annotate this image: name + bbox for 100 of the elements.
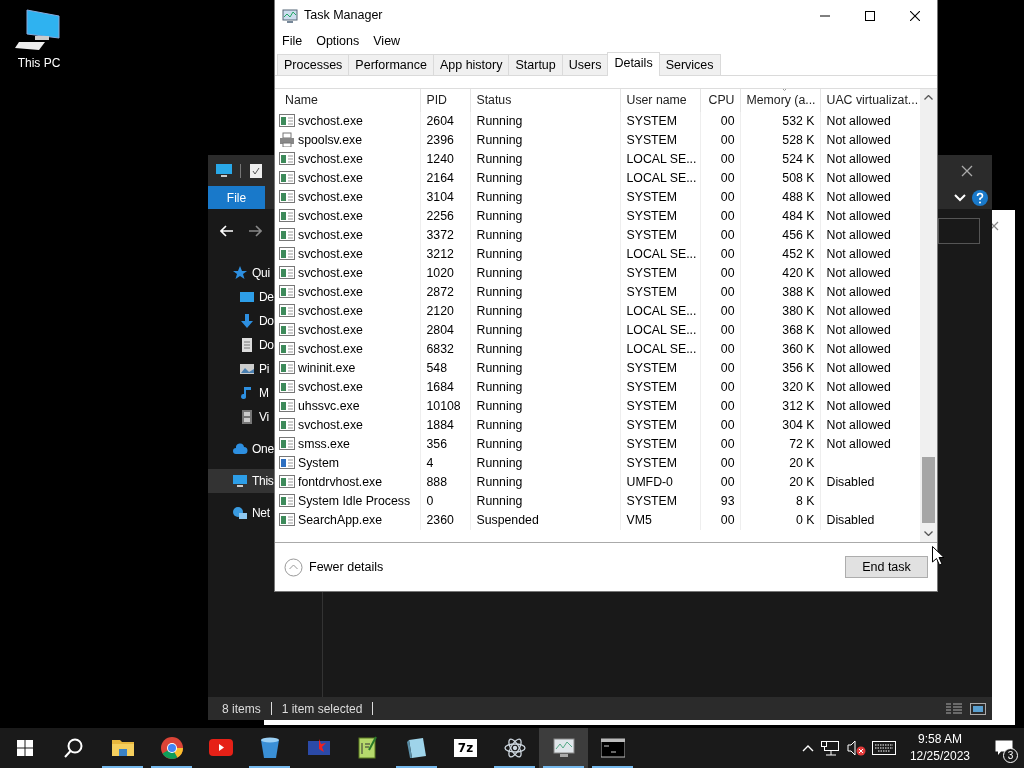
pc-icon [232, 473, 248, 489]
table-cell: 00 [700, 131, 740, 150]
star-icon [232, 265, 248, 281]
pictures-icon [239, 361, 255, 377]
nav-item[interactable]: Vi [208, 405, 274, 429]
table-cell: SYSTEM [620, 188, 700, 207]
table-cell: Running [470, 131, 620, 150]
help-icon[interactable] [972, 189, 988, 206]
process-icon [279, 398, 295, 414]
table-cell: UMFD-0 [620, 473, 700, 492]
column-header[interactable]: Status [470, 89, 620, 112]
tab[interactable]: Performance [348, 54, 434, 75]
table-cell: svchost.exe [298, 304, 363, 319]
nav-item[interactable]: M [208, 381, 274, 405]
taskbar-button[interactable]: 7z [441, 728, 490, 768]
table-cell: svchost.exe [298, 114, 363, 129]
process-icon [279, 151, 295, 167]
table-cell: Running [470, 226, 620, 245]
network-icon[interactable] [819, 740, 840, 756]
nav-item[interactable]: Qui [208, 261, 274, 285]
table-cell: Running [470, 435, 620, 454]
table-cell: 00 [700, 188, 740, 207]
scroll-up-icon[interactable] [924, 95, 933, 100]
process-icon [279, 170, 295, 186]
column-header[interactable]: Name [275, 89, 420, 112]
table-cell: 00 [700, 207, 740, 226]
network-icon [232, 505, 248, 521]
table-cell: 380 K [740, 302, 820, 321]
menu-item[interactable]: Options [309, 31, 367, 51]
table-cell: Running [470, 416, 620, 435]
back-arrow-icon[interactable] [220, 225, 234, 237]
table-cell: Running [470, 340, 620, 359]
table-cell: Running [470, 169, 620, 188]
nav-item[interactable]: Do [208, 309, 274, 333]
tiles-view-icon[interactable] [970, 702, 986, 715]
notification-button[interactable]: 3 [984, 728, 1024, 768]
table-cell: Running [470, 283, 620, 302]
clock[interactable]: 9:58 AM 12/25/2023 [901, 731, 978, 765]
table-cell: 00 [700, 245, 740, 264]
table-cell: 00 [700, 511, 740, 530]
column-header[interactable]: Memory (a... [740, 89, 820, 112]
close-icon[interactable] [961, 164, 973, 177]
end-task-button[interactable]: End task [845, 556, 928, 578]
scroll-down-icon[interactable] [924, 531, 933, 536]
tab[interactable]: Users [561, 54, 609, 75]
keyboard-icon[interactable] [871, 741, 896, 755]
table-cell: SYSTEM [620, 264, 700, 283]
divider-icon [240, 163, 241, 178]
chevron-down-icon[interactable] [954, 193, 966, 202]
column-header[interactable]: CPU [700, 89, 740, 112]
desktop-icon-label[interactable]: This PC [10, 54, 68, 72]
nav-item[interactable]: Pi [208, 357, 274, 381]
terminal-icon [600, 736, 625, 760]
process-icon [279, 227, 295, 243]
chevron-up-icon[interactable] [801, 744, 814, 752]
table-cell: 2164 [420, 169, 470, 188]
tab[interactable]: Services [658, 54, 721, 75]
nav-item[interactable]: This [208, 469, 274, 493]
menu-item[interactable]: View [366, 31, 408, 51]
forward-arrow-icon[interactable] [248, 225, 262, 237]
nav-item[interactable]: One [208, 437, 274, 461]
search-field[interactable] [938, 218, 980, 244]
table-cell: SYSTEM [620, 492, 700, 511]
monitor-icon [216, 163, 232, 178]
table-cell: 00 [700, 454, 740, 473]
table-cell: 1020 [420, 264, 470, 283]
table-cell: wininit.exe [298, 361, 356, 376]
table-cell: 00 [700, 416, 740, 435]
tab[interactable]: Startup [508, 54, 563, 75]
column-header[interactable]: User name [620, 89, 700, 112]
nav-item[interactable]: Net [208, 501, 274, 525]
table-cell: LOCAL SE... [620, 321, 700, 340]
process-icon [279, 493, 295, 509]
table-cell: Running [470, 245, 620, 264]
tab[interactable]: App history [432, 54, 510, 75]
tab[interactable]: Details [607, 52, 660, 76]
table-cell: svchost.exe [298, 418, 363, 433]
fewer-details-button[interactable]: Fewer details [284, 557, 384, 577]
process-icon [279, 417, 295, 433]
taskbar-button[interactable] [539, 728, 588, 768]
scrollbar[interactable] [920, 89, 937, 542]
table-cell: SYSTEM [620, 378, 700, 397]
muted-speaker-icon[interactable] [845, 740, 866, 756]
table-cell: 1684 [420, 378, 470, 397]
tab[interactable]: Processes [277, 54, 350, 75]
table-cell: 0 [420, 492, 470, 511]
table-cell: 3372 [420, 226, 470, 245]
nav-item[interactable]: De [208, 285, 274, 309]
details-view-icon[interactable] [946, 702, 962, 715]
table-cell: 528 K [740, 131, 820, 150]
chevron-circle-icon [284, 557, 303, 577]
table-cell: 532 K [740, 112, 820, 131]
nav-item[interactable]: Do [208, 333, 274, 357]
column-header[interactable]: PID [420, 89, 470, 112]
table-cell: System [298, 456, 339, 471]
status-text: 1 item selected [281, 700, 363, 718]
scroll-thumb[interactable] [922, 457, 935, 523]
menu-item[interactable]: File [275, 31, 310, 51]
ribbon-tab[interactable]: File [208, 186, 265, 209]
process-icon [279, 113, 295, 129]
